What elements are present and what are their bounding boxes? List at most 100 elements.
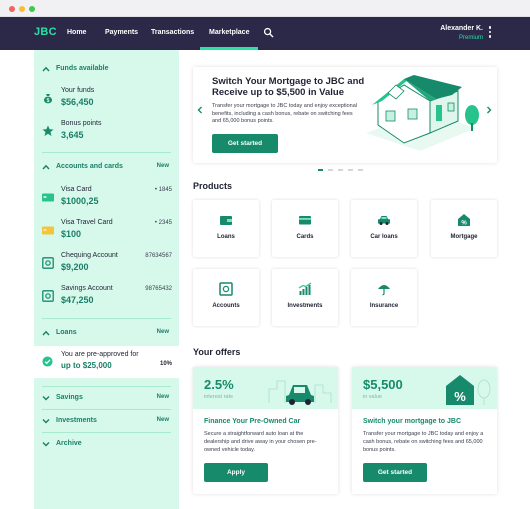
item-value: $47,250 <box>61 295 94 305</box>
minimize-window-dot[interactable] <box>19 6 25 12</box>
chevron-up-icon <box>42 330 50 336</box>
close-window-dot[interactable] <box>9 6 15 12</box>
wallet-icon <box>220 216 232 225</box>
carousel-dot-3[interactable] <box>338 169 343 171</box>
sidebar-item-your-funds[interactable]: $ Your funds $56,450 <box>34 85 179 115</box>
chevron-left-icon[interactable] <box>197 106 203 114</box>
nav-link-marketplace[interactable]: Marketplace <box>209 29 249 36</box>
item-label: Chequing Account <box>61 252 118 259</box>
section-title: Archive <box>56 440 82 447</box>
sidebar-item-bonus-points[interactable]: Bonus points 3,645 <box>34 118 179 148</box>
offer-body: Transfer your mortgage to JBC today and … <box>363 431 484 453</box>
chevron-right-icon[interactable] <box>486 106 492 114</box>
item-label: Visa Travel Card <box>61 219 113 226</box>
star-badge-icon <box>42 125 54 136</box>
search-icon[interactable] <box>263 27 274 38</box>
offer-card-mortgage: $5,500 in value % Switch your mortgage t… <box>352 367 497 494</box>
svg-text:%: % <box>454 389 466 404</box>
item-value: $1000,25 <box>61 196 99 206</box>
carousel-dot-2[interactable] <box>328 169 333 171</box>
product-tile-cards[interactable]: Cards <box>272 200 338 257</box>
svg-text:$: $ <box>47 98 50 104</box>
products-heading: Products <box>193 181 233 191</box>
account-number: 87634567 <box>145 253 172 259</box>
growth-chart-icon <box>298 282 312 295</box>
offers-heading: Your offers <box>193 347 241 357</box>
carousel-dot-1[interactable] <box>318 169 323 171</box>
section-investments[interactable]: Investments New <box>34 414 179 430</box>
divider <box>42 409 171 410</box>
section-title: Loans <box>56 329 77 336</box>
house-illustration-icon <box>366 75 479 151</box>
new-badge: New <box>156 417 169 423</box>
section-loans[interactable]: Loans New <box>34 326 179 342</box>
item-value: $56,450 <box>61 97 94 107</box>
money-bag-icon: $ <box>44 94 52 104</box>
car-icon <box>378 216 390 225</box>
tile-label: Cards <box>296 234 314 240</box>
new-badge: New <box>156 163 169 169</box>
product-tile-investments[interactable]: Investments <box>272 269 338 326</box>
section-title: Savings <box>56 394 83 401</box>
nav-link-home[interactable]: Home <box>67 29 86 36</box>
preapproved-loan-card[interactable]: You are pre-approved for up to $25,000 1… <box>34 346 179 378</box>
hero-get-started-button[interactable]: Get started <box>212 134 278 153</box>
item-label: Visa Card <box>61 186 92 193</box>
item-label: Bonus points <box>61 120 102 127</box>
hero-title: Switch Your Mortgage to JBC and Receive … <box>212 76 365 98</box>
item-value: 3,645 <box>61 130 84 140</box>
product-tile-mortgage[interactable]: % Mortgage <box>431 200 497 257</box>
card-yellow-icon <box>42 226 54 235</box>
card-green-icon <box>42 193 54 202</box>
more-options-icon[interactable] <box>487 26 493 40</box>
preapproved-rate: 10% <box>159 361 172 367</box>
tile-label: Loans <box>217 234 235 240</box>
section-funds-available[interactable]: Funds available <box>34 62 179 78</box>
umbrella-icon <box>378 285 390 296</box>
section-savings[interactable]: Savings New <box>34 391 179 407</box>
section-archive[interactable]: Archive <box>34 437 179 453</box>
product-tile-loans[interactable]: Loans <box>193 200 259 257</box>
section-accounts-and-cards[interactable]: Accounts and cards New <box>34 160 179 176</box>
sidebar-item-visa-card[interactable]: Visa Card $1000,25 • 1845 <box>34 184 179 214</box>
window-chrome <box>0 0 530 17</box>
nav-link-payments[interactable]: Payments <box>105 29 138 36</box>
sidebar-item-savings-account[interactable]: Savings Account $47,250 98765432 <box>34 283 179 313</box>
logo[interactable]: JBC <box>34 26 57 38</box>
hero-body: Transfer your mortgage to JBC today and … <box>212 103 358 124</box>
carousel-dot-5[interactable] <box>358 169 363 171</box>
sidebar-item-visa-travel-card[interactable]: Visa Travel Card $100 • 2345 <box>34 217 179 247</box>
sidebar: Funds available $ Your funds $56,450 Bon… <box>34 50 179 509</box>
tile-label: Insurance <box>369 303 399 309</box>
offer-rate: 2.5% <box>204 377 234 392</box>
new-badge: New <box>156 394 169 400</box>
car-illustration-icon <box>268 380 332 405</box>
divider <box>42 386 171 387</box>
product-tile-car-loans[interactable]: Car loans <box>351 200 417 257</box>
chevron-up-icon <box>42 66 50 72</box>
apply-button[interactable]: Apply <box>204 463 268 482</box>
house-percent-illustration-icon: % <box>446 375 491 405</box>
offer-value: $5,500 <box>363 377 403 392</box>
item-label: Savings Account <box>61 285 113 292</box>
section-title: Investments <box>56 417 97 424</box>
preapproved-value: up to $25,000 <box>61 361 112 370</box>
carousel-dot-4[interactable] <box>348 169 353 171</box>
tile-label: Accounts <box>212 303 240 309</box>
product-tile-insurance[interactable]: Insurance <box>351 269 417 326</box>
product-tile-accounts[interactable]: Accounts <box>193 269 259 326</box>
top-navigation: JBC Home Payments Transactions Marketpla… <box>0 17 530 50</box>
maximize-window-dot[interactable] <box>29 6 35 12</box>
safe-icon <box>42 290 54 302</box>
sidebar-item-chequing-account[interactable]: Chequing Account $9,200 87634567 <box>34 250 179 280</box>
house-percent-icon: % <box>458 214 470 227</box>
active-nav-indicator <box>200 47 258 50</box>
item-value: $100 <box>61 229 82 239</box>
nav-link-transactions[interactable]: Transactions <box>151 29 194 36</box>
section-title: Funds available <box>56 65 109 72</box>
svg-text:%: % <box>461 221 467 227</box>
item-label: Your funds <box>61 87 95 94</box>
user-name[interactable]: Alexander K. <box>440 25 483 32</box>
offer-title: Switch your mortgage to JBC <box>363 418 462 425</box>
get-started-button[interactable]: Get started <box>363 463 427 482</box>
